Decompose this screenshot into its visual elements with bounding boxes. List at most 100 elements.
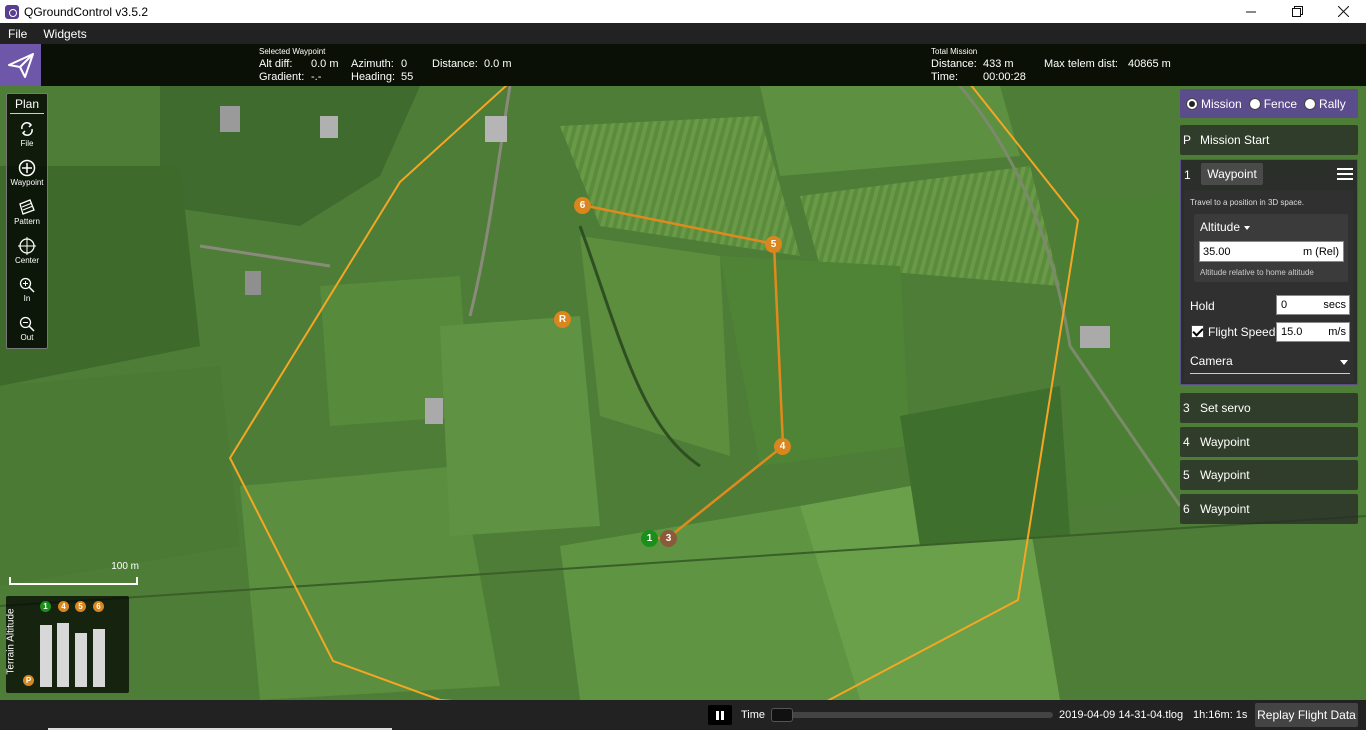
menu-file[interactable]: File [0, 27, 35, 41]
total-distance-value: 433 m [983, 58, 1014, 70]
heading-label: Heading: [351, 71, 396, 83]
terrain-home-label: P [25, 676, 32, 685]
camera-section-toggle[interactable]: Camera [1190, 354, 1350, 374]
tool-zoom-out-label: Out [20, 332, 34, 342]
item-seq: P [1183, 133, 1192, 147]
window-title: QGroundControl v3.5.2 [24, 4, 149, 19]
mission-item-4[interactable]: 4 Waypoint [1180, 427, 1358, 457]
total-mission-heading: Total Mission [931, 47, 978, 56]
window-controls [1228, 0, 1366, 23]
building [245, 271, 261, 295]
terrain-altitude-chart: Terrain Altitude 1 4 5 6 P [6, 596, 129, 693]
terrain-bar [75, 633, 87, 687]
terrain-home-marker: P [23, 675, 34, 686]
command-description: Travel to a position in 3D space. [1190, 198, 1304, 207]
hold-input[interactable]: 0 secs [1276, 295, 1350, 315]
close-button[interactable] [1320, 0, 1366, 23]
mission-item-panel: Mission Fence Rally P Mission Start 1 Wa… [1180, 89, 1360, 529]
tool-zoom-in[interactable]: In [7, 270, 47, 309]
tool-pattern[interactable]: Pattern [7, 192, 47, 231]
rally-point-marker[interactable]: R [554, 311, 571, 328]
restore-button[interactable] [1274, 0, 1320, 23]
item-seq: 3 [1183, 401, 1190, 415]
waypoint-marker-5[interactable]: 5 [765, 236, 782, 253]
qgc-window: QGroundControl v3.5.2 File Widgets 6 5 4… [0, 0, 1366, 730]
waypoint-marker-label: 1 [646, 533, 653, 544]
mission-item-3[interactable]: 3 Set servo [1180, 393, 1358, 423]
mode-rally[interactable]: Rally [1304, 97, 1346, 111]
terrain-marker-1: 1 [40, 601, 51, 612]
waypoint-marker-6[interactable]: 6 [574, 197, 591, 214]
restore-icon [1291, 6, 1303, 17]
waypoint-marker-label: 3 [665, 533, 672, 544]
tool-zoom-out[interactable]: Out [7, 309, 47, 348]
replay-slider-handle[interactable] [771, 708, 793, 722]
altitude-input[interactable]: 35.00 m (Rel) [1199, 241, 1344, 262]
menu-widgets[interactable]: Widgets [35, 27, 94, 41]
flight-speed-checkbox[interactable] [1191, 325, 1204, 338]
mode-mission[interactable]: Mission [1186, 97, 1242, 111]
camera-label: Camera [1190, 354, 1233, 368]
selected-waypoint-heading: Selected Waypoint [259, 47, 326, 56]
mission-item-5[interactable]: 5 Waypoint [1180, 460, 1358, 490]
flight-speed-input[interactable]: 15.0 m/s [1276, 322, 1350, 342]
altitude-mode-dropdown[interactable]: Altitude [1200, 220, 1251, 234]
paper-plane-icon [7, 53, 34, 78]
heading-value: 55 [401, 71, 414, 83]
azimuth-label: Azimuth: [351, 58, 394, 70]
terrain-marker-4: 4 [58, 601, 69, 612]
map-scale: 100 m [9, 561, 139, 585]
center-icon [18, 236, 36, 255]
max-telem-label: Max telem dist: [1044, 58, 1118, 70]
item-seq: 4 [1183, 435, 1190, 449]
alt-diff-label: Alt diff: [259, 58, 293, 70]
menu-bar: File Widgets [0, 23, 1366, 44]
plan-mode-selector: Mission Fence Rally [1180, 89, 1358, 118]
building [220, 106, 240, 132]
max-telem-value: 40865 m [1128, 58, 1171, 70]
total-time-label: Time: [931, 71, 959, 83]
rally-radio[interactable] [1304, 97, 1317, 110]
terrain-bar [40, 625, 52, 687]
tool-center[interactable]: Center [7, 231, 47, 270]
distance-value: 0.0 m [484, 58, 512, 70]
pause-button[interactable] [708, 705, 732, 725]
tool-file-label: File [20, 138, 34, 148]
terrain-altitude-title: Terrain Altitude [5, 608, 17, 675]
tool-file[interactable]: File [7, 114, 47, 153]
item-seq: 1 [1184, 168, 1191, 182]
rally-marker-label: R [558, 314, 567, 325]
waypoint-marker-1[interactable]: 1 [641, 530, 658, 547]
waypoint-marker-4[interactable]: 4 [774, 438, 791, 455]
flight-speed-unit: m/s [1328, 326, 1346, 338]
mission-radio[interactable] [1186, 97, 1198, 110]
tool-waypoint[interactable]: Waypoint [7, 153, 47, 192]
mode-mission-label: Mission [1201, 96, 1242, 111]
log-duration: 1h:16m: 1s [1193, 709, 1248, 721]
terrain-marker-label: 4 [61, 602, 66, 611]
tool-center-label: Center [14, 255, 39, 265]
map-view[interactable]: 6 5 4 R 3 1 [0, 86, 1366, 700]
altitude-section: Altitude 35.00 m (Rel) Altitude relative… [1194, 214, 1348, 282]
satellite-background [0, 86, 1366, 700]
replay-slider-track[interactable] [771, 712, 1053, 718]
fence-radio[interactable] [1248, 97, 1261, 110]
mode-fence[interactable]: Fence [1248, 97, 1297, 111]
plan-view-button[interactable] [0, 44, 41, 86]
zoom-out-icon [19, 316, 35, 332]
minimize-button[interactable] [1228, 0, 1274, 23]
command-type-button[interactable]: Waypoint [1201, 163, 1263, 185]
waypoint-editor-header: 1 Waypoint [1181, 160, 1357, 188]
waypoint-marker-3[interactable]: 3 [660, 530, 677, 547]
mission-start-item[interactable]: P Mission Start [1180, 125, 1358, 155]
mission-item-6[interactable]: 6 Waypoint [1180, 494, 1358, 524]
map-scale-bar [9, 577, 138, 585]
minimize-icon [1246, 11, 1256, 12]
item-label: Set servo [1200, 401, 1251, 415]
hamburger-menu-icon[interactable] [1337, 168, 1353, 180]
replay-flight-data-button[interactable]: Replay Flight Data [1255, 703, 1358, 727]
mode-rally-label: Rally [1319, 96, 1346, 111]
tool-zoom-in-label: In [23, 293, 31, 303]
pause-icon [716, 710, 719, 720]
flight-speed-value: 15.0 [1281, 326, 1303, 338]
